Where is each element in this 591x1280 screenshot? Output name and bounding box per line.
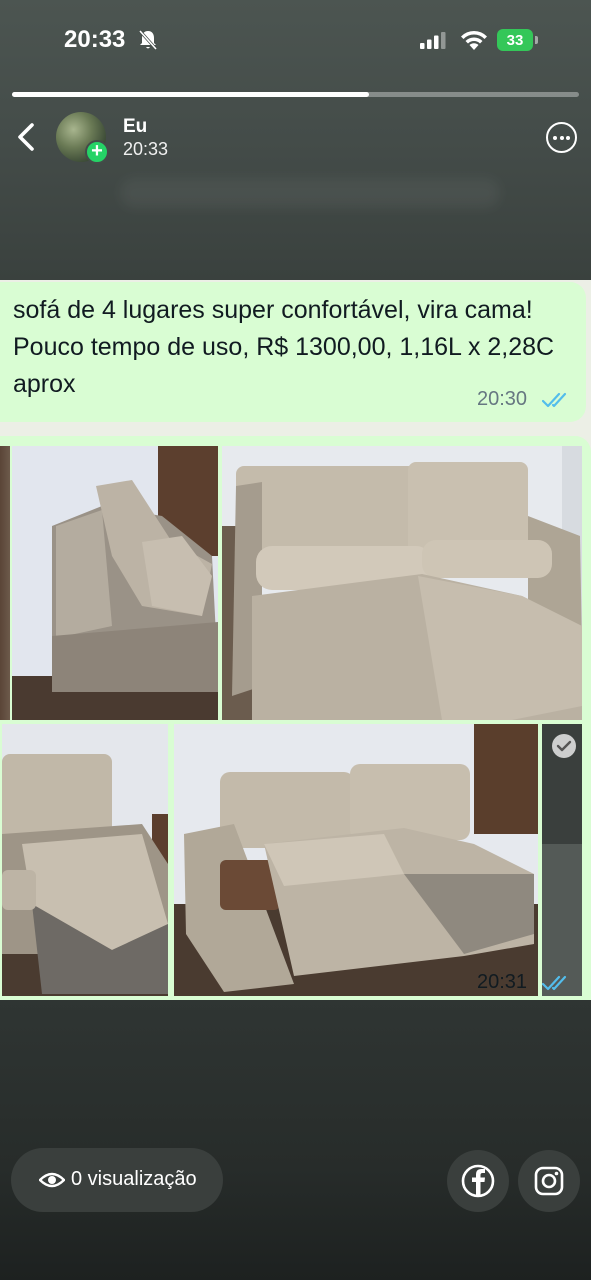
story-progress-bar [12,92,579,97]
message-bubble[interactable]: sofá de 4 lugares super confortável, vir… [0,282,586,422]
sofa-photo-side[interactable] [12,446,218,720]
dot [559,135,564,140]
sofa-photo-front[interactable] [222,446,582,720]
photo-strip-left[interactable] [0,446,10,720]
contact-name: Eu [123,116,148,137]
battery-level: 33 [497,29,533,51]
plus-icon[interactable]: + [85,140,109,164]
dot [553,135,557,140]
eye-icon [39,1172,65,1188]
facebook-share-button[interactable] [447,1150,509,1212]
status-timestamp: 20:33 [123,139,169,159]
blurred-bottom-background [0,1000,591,1280]
sofa-photo-partial[interactable] [542,724,582,996]
sofa-photo-angle[interactable] [174,724,538,996]
back-icon[interactable] [14,120,40,154]
double-tick-icon [542,392,567,408]
story-progress-fill [12,92,370,97]
blurred-background-shape [120,178,500,208]
views-button[interactable]: 0 visualização [11,1148,223,1212]
signal-icon [420,32,446,49]
views-label: 0 visualização [71,1168,197,1190]
more-icon[interactable] [546,122,577,153]
wifi-icon [461,30,487,50]
battery-tip [535,36,538,44]
sofa-photo-reclined[interactable] [2,724,168,996]
check-mark [556,740,572,752]
check-icon[interactable] [552,734,576,758]
battery-icon: 33 [497,29,539,51]
facebook-icon [461,1164,495,1198]
album-time: 20:31 [477,971,528,993]
dot [566,135,570,140]
message-time: 20:30 [477,388,528,410]
double-tick-icon [542,975,567,991]
instagram-icon [534,1166,564,1196]
instagram-share-button[interactable] [518,1150,580,1212]
bell-off-icon [138,30,158,50]
status-time: 20:33 [64,26,126,53]
message-text: sofá de 4 lugares super confortável, vir… [13,296,555,398]
